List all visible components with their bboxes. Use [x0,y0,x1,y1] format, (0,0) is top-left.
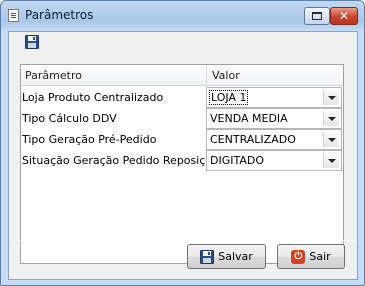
select-value: VENDA MEDIA [210,112,288,125]
column-divider[interactable] [206,65,207,86]
parameters-window: Parâmetros ✕ Parâmetro Valor Loja Produt… [0,0,365,286]
dropdown-button[interactable] [323,132,339,147]
chevron-down-icon [327,116,336,121]
floppy-disk-icon [25,35,39,49]
parameter-label: Situação Geração Pedido Reposição [22,154,219,167]
chevron-down-icon [327,137,336,142]
exit-button-label: Sair [309,250,331,263]
select-value: LOJA 1 [208,90,249,105]
chevron-down-icon [327,95,336,100]
value-select[interactable]: LOJA 1 [206,87,342,108]
select-value: DIGITADO [210,154,265,167]
close-button[interactable]: ✕ [330,7,358,25]
toolbar-save-button[interactable] [23,34,41,50]
table-row: Tipo Geração Pré-Pedido CENTRALIZADO [21,129,343,150]
value-select[interactable]: DIGITADO [206,150,342,171]
parameter-label: Tipo Geração Pré-Pedido [22,133,157,146]
dropdown-button[interactable] [323,111,339,126]
value-select[interactable]: CENTRALIZADO [206,129,342,150]
table-row: Situação Geração Pedido Reposição DIGITA… [21,150,343,171]
table-row: Tipo Cálculo DDV VENDA MEDIA [21,108,343,129]
close-icon: ✕ [338,9,350,23]
table-header: Parâmetro Valor [21,65,343,86]
power-icon: ⏻ [291,249,306,264]
chevron-down-icon [327,158,336,163]
column-header-value[interactable]: Valor [212,69,240,82]
select-value: CENTRALIZADO [210,133,296,146]
window-icon [8,9,19,22]
dropdown-button[interactable] [323,153,339,168]
window-client-area: Parâmetro Valor Loja Produto Centralizad… [8,31,358,280]
table-row: Loja Produto Centralizado LOJA 1 [21,87,343,108]
parameters-table: Parâmetro Valor Loja Produto Centralizad… [20,64,344,264]
save-button-label: Salvar [218,250,253,263]
parameter-label: Tipo Cálculo DDV [22,112,117,125]
parameter-label: Loja Produto Centralizado [22,91,164,104]
column-header-parameter[interactable]: Parâmetro [25,69,82,82]
value-select[interactable]: VENDA MEDIA [206,108,342,129]
save-button[interactable]: Salvar [187,244,266,269]
window-title: Parâmetros [25,8,94,22]
dropdown-button[interactable] [323,90,339,105]
footer-divider [13,240,355,241]
floppy-disk-icon [200,249,215,264]
restore-icon [312,12,322,20]
title-bar[interactable]: Parâmetros ✕ [1,1,364,31]
restore-button[interactable] [304,7,330,25]
exit-button[interactable]: ⏻ Sair [277,244,345,269]
